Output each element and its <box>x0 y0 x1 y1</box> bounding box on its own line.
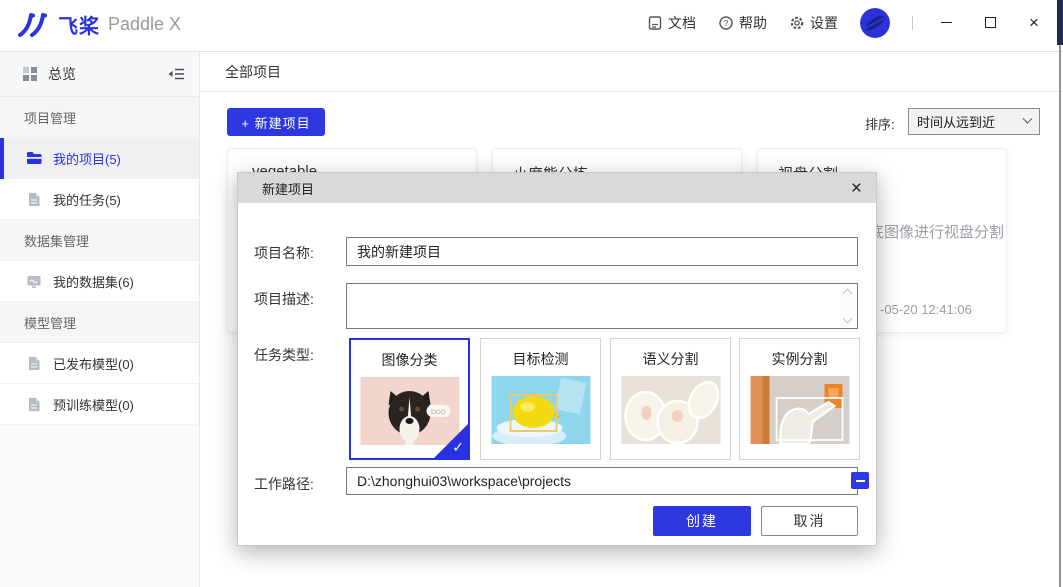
project-description: 底图像进行视盘分割 <box>869 221 1004 242</box>
help-icon: ? <box>718 15 734 31</box>
textarea-scrollbar[interactable] <box>840 285 856 327</box>
gear-icon <box>789 15 805 31</box>
sidebar-section-projects: 项目管理 <box>0 97 199 138</box>
sidebar-item-pretrained-models[interactable]: 预训练模型(0) <box>0 384 199 425</box>
project-desc-textarea[interactable] <box>346 283 858 329</box>
breadcrumb-bar: 全部项目 <box>200 52 1063 92</box>
sidebar-section-models: 模型管理 <box>0 302 199 343</box>
scroll-up-icon[interactable] <box>843 289 853 299</box>
project-name-label: 项目名称: <box>254 243 314 263</box>
logo-text-en: Paddle X <box>108 14 181 35</box>
dataset-icon <box>26 274 42 289</box>
paddle-logo-icon <box>16 12 54 38</box>
window-close-icon: × <box>1029 14 1039 31</box>
nav-settings[interactable]: 设置 <box>789 13 838 33</box>
task-type-label: 任务类型: <box>254 345 314 365</box>
scrollbar-thumb[interactable] <box>1057 0 1063 45</box>
semantic-sample-image <box>621 376 720 444</box>
sidebar-item-label: 预训练模型(0) <box>53 395 134 414</box>
document-icon <box>647 15 663 31</box>
task-title: 实例分割 <box>740 349 859 369</box>
nav-docs[interactable]: 文档 <box>647 13 696 33</box>
file-icon <box>26 397 42 412</box>
browse-folder-button[interactable] <box>851 472 869 489</box>
minimize-icon <box>941 22 952 23</box>
dog-badge-label: DOG <box>431 409 446 416</box>
new-project-button[interactable]: + 新建项目 <box>227 108 325 136</box>
task-title: 语义分割 <box>611 349 730 369</box>
folder-icon <box>856 480 865 482</box>
project-name-input[interactable] <box>346 237 858 266</box>
sidebar: 总览 项目管理 我的项目(5) 我的任务(5) 数据集管理 我的数据集(6) 模… <box>0 52 200 587</box>
sidebar-section-datasets: 数据集管理 <box>0 220 199 261</box>
sidebar-item-label: 我的任务(5) <box>53 190 121 209</box>
window-close-button[interactable]: × <box>1023 12 1045 34</box>
modal-header: 新建项目 × <box>238 173 876 203</box>
nav-settings-label: 设置 <box>810 13 838 33</box>
nav-help-label: 帮助 <box>739 13 767 33</box>
cancel-button[interactable]: 取消 <box>761 506 858 536</box>
modal-close-icon[interactable]: × <box>851 179 862 198</box>
sidebar-item-label: 我的项目(5) <box>53 149 121 168</box>
sort-dropdown[interactable]: 时间从远到近 <box>908 108 1040 135</box>
sidebar-item-published-models[interactable]: 已发布模型(0) <box>0 343 199 384</box>
folder-icon <box>26 151 42 165</box>
logo-text-cn: 飞桨 <box>58 10 100 39</box>
task-card-instance-segmentation[interactable]: 实例分割 <box>739 338 860 460</box>
create-button[interactable]: 创建 <box>653 506 751 536</box>
sidebar-item-my-tasks[interactable]: 我的任务(5) <box>0 179 199 220</box>
nav-docs-label: 文档 <box>668 13 696 33</box>
task-title: 目标检测 <box>481 349 600 369</box>
detection-sample-image <box>491 376 590 444</box>
project-timestamp: -05-20 12:41:06 <box>880 302 972 317</box>
task-card-image-classification[interactable]: 图像分类 DOG ✓ <box>349 338 470 460</box>
task-card-object-detection[interactable]: 目标检测 <box>480 338 601 460</box>
sidebar-item-my-datasets[interactable]: 我的数据集(6) <box>0 261 199 302</box>
sort-dropdown-value: 时间从远到近 <box>917 112 995 131</box>
file-icon <box>26 356 42 371</box>
app-logo: 飞桨 Paddle X <box>16 10 181 39</box>
sort-label: 排序: <box>865 114 895 133</box>
avatar-paddle-icon <box>860 8 890 38</box>
sidebar-collapse-icon[interactable] <box>167 66 185 82</box>
work-path-label: 工作路径: <box>254 474 314 494</box>
topbar: 飞桨 Paddle X 文档 ? 帮助 设置 <box>0 0 1063 52</box>
nav-help[interactable]: ? 帮助 <box>718 13 767 33</box>
user-avatar[interactable] <box>860 8 890 38</box>
breadcrumb: 全部项目 <box>225 62 281 82</box>
modal-title: 新建项目 <box>262 179 851 198</box>
svg-text:?: ? <box>724 18 729 28</box>
sidebar-item-overview[interactable]: 总览 <box>48 64 167 84</box>
minimize-button[interactable] <box>935 12 957 34</box>
maximize-button[interactable] <box>979 12 1001 34</box>
file-icon <box>26 192 42 207</box>
new-project-modal: 新建项目 × 项目名称: 项目描述: 任务类型: 图像分类 DOG <box>237 172 877 546</box>
check-icon: ✓ <box>452 439 464 456</box>
scroll-down-icon[interactable] <box>843 314 853 324</box>
instance-sample-image <box>750 376 849 444</box>
window-edge <box>1059 45 1061 587</box>
window-divider <box>912 16 913 30</box>
maximize-icon <box>985 17 996 28</box>
sidebar-item-my-projects[interactable]: 我的项目(5) <box>0 138 199 179</box>
task-title: 图像分类 <box>351 350 468 370</box>
sidebar-item-label: 我的数据集(6) <box>53 272 134 291</box>
chevron-down-icon <box>1023 114 1033 124</box>
task-card-semantic-segmentation[interactable]: 语义分割 <box>610 338 731 460</box>
sidebar-item-label: 已发布模型(0) <box>53 354 134 373</box>
work-path-input[interactable] <box>346 467 858 495</box>
overview-grid-icon <box>22 66 38 82</box>
project-desc-label: 项目描述: <box>254 289 314 309</box>
